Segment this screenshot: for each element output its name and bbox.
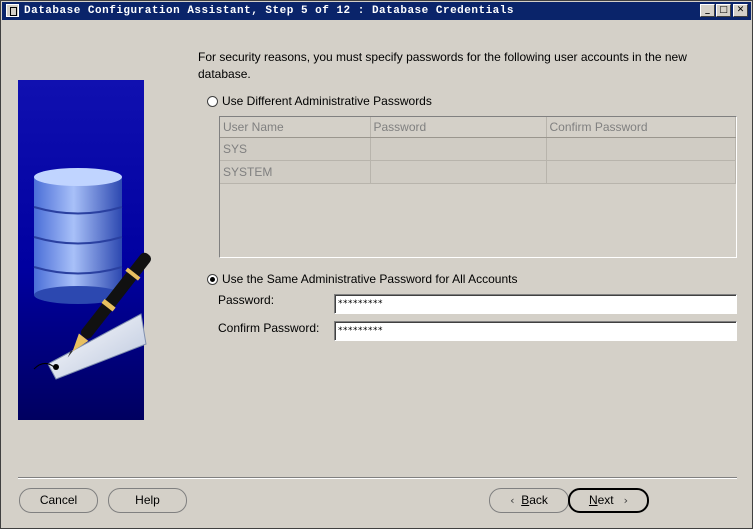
column-confirm-password: Confirm Password [546, 117, 736, 138]
table-header-row: User Name Password Confirm Password [220, 117, 736, 138]
back-button[interactable]: ‹ Back [489, 488, 569, 513]
radio-label: Use the Same Administrative Password for… [222, 272, 518, 286]
cell-password [370, 160, 547, 184]
app-icon[interactable] [6, 4, 19, 17]
cancel-button[interactable]: Cancel [19, 488, 98, 513]
back-label: ack [529, 493, 548, 507]
password-field[interactable]: ********* [334, 294, 737, 314]
radio-different-passwords[interactable]: Use Different Administrative Passwords [207, 93, 432, 109]
cell-user: SYSTEM [220, 160, 371, 184]
radio-button-selected[interactable] [207, 273, 218, 285]
table-row: SYSTEM [220, 160, 736, 184]
next-mnemonic: N [588, 493, 598, 507]
column-user-name: User Name [220, 117, 371, 138]
column-password: Password [370, 117, 547, 138]
password-label: Password: [218, 293, 275, 307]
confirm-password-field[interactable]: ********* [334, 321, 737, 341]
radio-button[interactable] [207, 95, 218, 107]
radio-same-password[interactable]: Use the Same Administrative Password for… [207, 271, 517, 287]
back-mnemonic: B [521, 493, 530, 507]
cell-user: SYS [220, 137, 371, 161]
minimize-button[interactable]: _ [700, 4, 715, 17]
confirm-password-label: Confirm Password: [218, 321, 320, 335]
radio-label: Use Different Administrative Passwords [222, 94, 432, 108]
cell-password [370, 137, 547, 161]
cell-confirm [546, 160, 736, 184]
next-arrow-icon: › [623, 494, 629, 507]
maximize-button[interactable]: □ [716, 4, 731, 17]
user-password-table: User Name Password Confirm Password SYS … [219, 116, 737, 258]
intro-text: For security reasons, you must specify p… [198, 50, 687, 81]
back-arrow-icon: ‹ [510, 494, 515, 507]
close-button[interactable]: ✕ [733, 4, 748, 17]
cell-confirm [546, 137, 736, 161]
footer-divider [18, 477, 737, 479]
next-button[interactable]: Next › [568, 488, 649, 513]
next-label: ext [597, 493, 614, 507]
help-button[interactable]: Help [108, 488, 187, 513]
title-bar[interactable]: Database Configuration Assistant, Step 5… [2, 2, 751, 20]
window-title: Database Configuration Assistant, Step 5… [24, 5, 514, 17]
pen-icon [33, 252, 151, 380]
dialog-window: Database Configuration Assistant, Step 5… [0, 0, 753, 529]
table-row: SYS [220, 137, 736, 161]
